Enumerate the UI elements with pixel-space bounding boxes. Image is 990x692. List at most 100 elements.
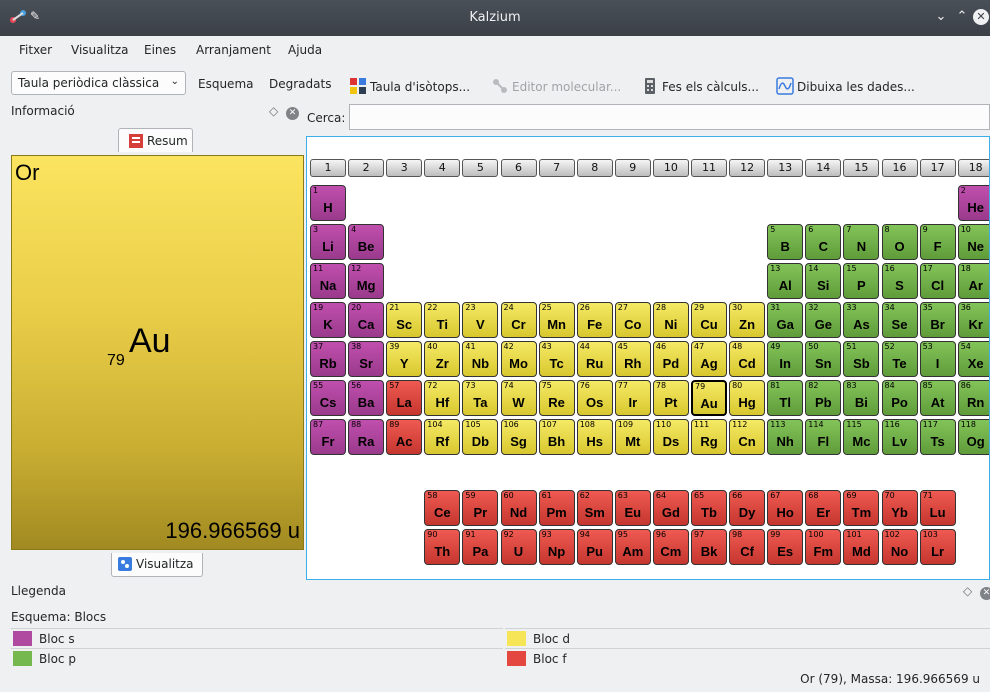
element-md[interactable]: 101 Md	[843, 529, 880, 565]
element-v[interactable]: 23 V	[462, 302, 499, 338]
element-th[interactable]: 90 Th	[424, 529, 461, 565]
element-po[interactable]: 84 Po	[881, 380, 918, 416]
element-gd[interactable]: 64 Gd	[652, 490, 689, 526]
group-header-9[interactable]: 9	[614, 159, 651, 177]
element-dy[interactable]: 66 Dy	[729, 490, 766, 526]
group-header-13[interactable]: 13	[767, 159, 804, 177]
element-sm[interactable]: 62 Sm	[576, 490, 613, 526]
element-i[interactable]: 53 I	[919, 341, 956, 377]
element-hf[interactable]: 72 Hf	[424, 380, 461, 416]
element-ir[interactable]: 77 Ir	[614, 380, 651, 416]
group-header-8[interactable]: 8	[576, 159, 613, 177]
element-in[interactable]: 49 In	[767, 341, 804, 377]
menu-settings[interactable]: Arranjament	[196, 43, 271, 57]
element-os[interactable]: 76 Os	[576, 380, 613, 416]
minimize-icon[interactable]: ⌄	[933, 9, 949, 25]
tab-summary[interactable]: Resum	[118, 128, 193, 152]
element-n[interactable]: 7N	[843, 224, 880, 260]
element-ba[interactable]: 56 Ba	[348, 380, 385, 416]
element-w[interactable]: 74 W	[500, 380, 537, 416]
group-header-18[interactable]: 18	[957, 159, 989, 177]
element-lr[interactable]: 103 Lr	[919, 529, 956, 565]
element-rh[interactable]: 45 Rh	[614, 341, 651, 377]
element-mt[interactable]: 109 Mt	[614, 419, 651, 455]
element-es[interactable]: 99 Es	[767, 529, 804, 565]
element-hs[interactable]: 108 Hs	[576, 419, 613, 455]
element-cd[interactable]: 48 Cd	[729, 341, 766, 377]
element-zn[interactable]: 30 Zn	[729, 302, 766, 338]
element-ts[interactable]: 117 Ts	[919, 419, 956, 455]
element-at[interactable]: 85 At	[919, 380, 956, 416]
element-bi[interactable]: 83 Bi	[843, 380, 880, 416]
element-rb[interactable]: 37 Rb	[310, 341, 346, 377]
tab-view[interactable]: Visualitza	[111, 553, 203, 577]
element-p[interactable]: 15 P	[843, 263, 880, 299]
element-si[interactable]: 14 Si	[805, 263, 842, 299]
element-zr[interactable]: 40 Zr	[424, 341, 461, 377]
element-xe[interactable]: 54 Xe	[957, 341, 989, 377]
group-header-11[interactable]: 11	[691, 159, 727, 177]
element-b[interactable]: 5B	[767, 224, 804, 260]
element-eu[interactable]: 63 Eu	[614, 490, 651, 526]
element-pu[interactable]: 94 Pu	[576, 529, 613, 565]
gradients-button[interactable]: Degradats	[269, 77, 331, 91]
isotopes-button[interactable]: Taula d'isòtops...	[349, 77, 470, 95]
element-db[interactable]: 105 Db	[462, 419, 499, 455]
group-header-14[interactable]: 14	[805, 159, 842, 177]
element-fe[interactable]: 26 Fe	[576, 302, 613, 338]
element-pt[interactable]: 78 Pt	[652, 380, 689, 416]
element-u[interactable]: 92 U	[500, 529, 537, 565]
element-cl[interactable]: 17 Cl	[919, 263, 956, 299]
element-ge[interactable]: 32 Ge	[805, 302, 842, 338]
element-lv[interactable]: 116 Lv	[881, 419, 918, 455]
element-sg[interactable]: 106 Sg	[500, 419, 537, 455]
element-pb[interactable]: 82 Pb	[805, 380, 842, 416]
element-ac[interactable]: 89 Ac	[386, 419, 423, 455]
element-fr[interactable]: 87 Fr	[310, 419, 346, 455]
group-header-12[interactable]: 12	[729, 159, 766, 177]
group-header-3[interactable]: 3	[386, 159, 423, 177]
element-cr[interactable]: 24 Cr	[500, 302, 537, 338]
close-icon[interactable]: ✕	[973, 9, 989, 25]
element-tb[interactable]: 65 Tb	[691, 490, 727, 526]
element-nd[interactable]: 60 Nd	[500, 490, 537, 526]
element-sc[interactable]: 21 Sc	[386, 302, 423, 338]
element-sn[interactable]: 50 Sn	[805, 341, 842, 377]
scheme-button[interactable]: Esquema	[198, 77, 253, 91]
menu-view[interactable]: Visualitza	[71, 43, 129, 57]
menu-help[interactable]: Ajuda	[288, 43, 322, 57]
element-ti[interactable]: 22 Ti	[424, 302, 461, 338]
group-header-6[interactable]: 6	[500, 159, 537, 177]
element-ni[interactable]: 28 Ni	[652, 302, 689, 338]
element-mn[interactable]: 25 Mn	[538, 302, 575, 338]
element-s[interactable]: 16 S	[881, 263, 918, 299]
maximize-icon[interactable]: ⌃	[954, 9, 970, 25]
group-header-1[interactable]: 1	[310, 159, 346, 177]
element-nb[interactable]: 41 Nb	[462, 341, 499, 377]
element-na[interactable]: 11 Na	[310, 263, 346, 299]
element-mo[interactable]: 42 Mo	[500, 341, 537, 377]
element-y[interactable]: 39 Y	[386, 341, 423, 377]
element-mc[interactable]: 115 Mc	[843, 419, 880, 455]
element-ru[interactable]: 44 Ru	[576, 341, 613, 377]
element-ds[interactable]: 110 Ds	[652, 419, 689, 455]
element-tl[interactable]: 81 Tl	[767, 380, 804, 416]
element-bk[interactable]: 97 Bk	[691, 529, 727, 565]
group-header-2[interactable]: 2	[348, 159, 385, 177]
element-pm[interactable]: 61 Pm	[538, 490, 575, 526]
element-er[interactable]: 68 Er	[805, 490, 842, 526]
element-ne[interactable]: 10 Ne	[957, 224, 989, 260]
group-header-16[interactable]: 16	[881, 159, 918, 177]
element-ho[interactable]: 67 Ho	[767, 490, 804, 526]
element-tm[interactable]: 69 Tm	[843, 490, 880, 526]
element-pa[interactable]: 91 Pa	[462, 529, 499, 565]
element-br[interactable]: 35 Br	[919, 302, 956, 338]
group-header-7[interactable]: 7	[538, 159, 575, 177]
element-o[interactable]: 8O	[881, 224, 918, 260]
group-header-4[interactable]: 4	[424, 159, 461, 177]
group-header-5[interactable]: 5	[462, 159, 499, 177]
element-ta[interactable]: 73 Ta	[462, 380, 499, 416]
group-header-15[interactable]: 15	[843, 159, 880, 177]
element-ce[interactable]: 58 Ce	[424, 490, 461, 526]
element-he[interactable]: 2 He	[957, 185, 989, 221]
